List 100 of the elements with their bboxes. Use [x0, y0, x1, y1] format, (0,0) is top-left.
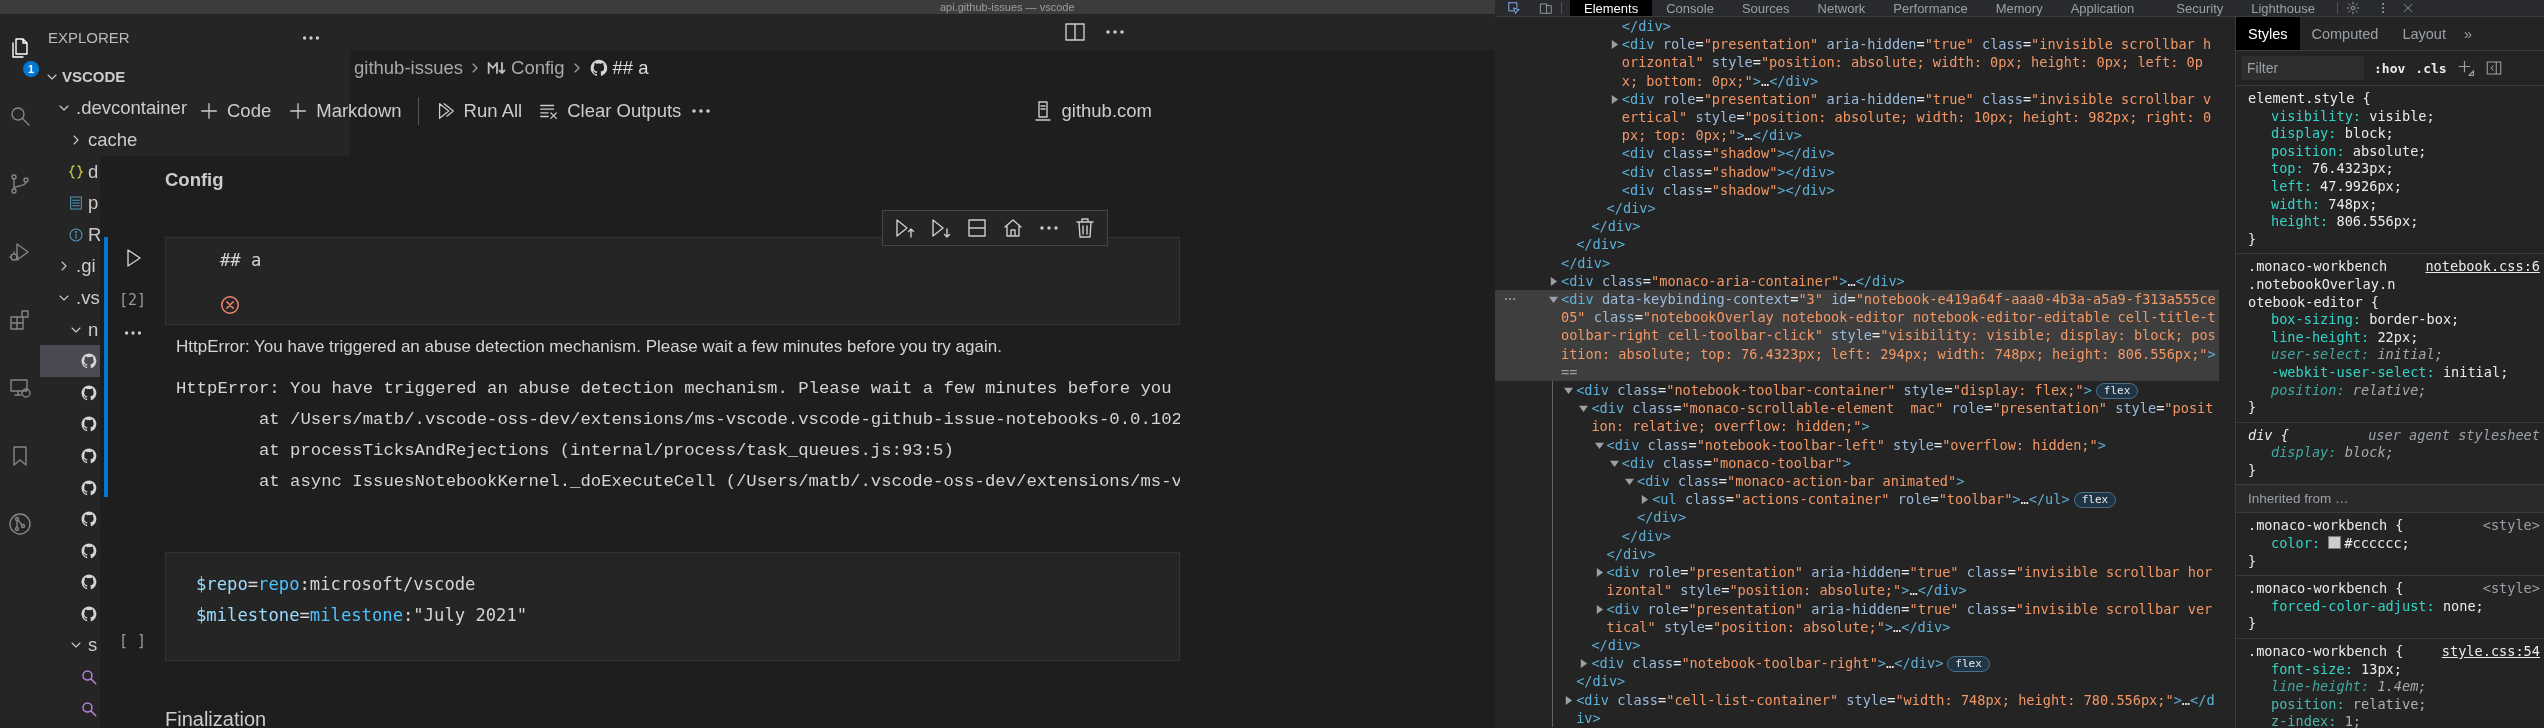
- panel-tab[interactable]: Elements: [1570, 0, 1653, 16]
- file-tree-item[interactable]: cache: [40, 124, 188, 156]
- sidebar-tab[interactable]: Computed: [2299, 17, 2391, 50]
- source-link[interactable]: notebook.css:6: [2425, 258, 2540, 312]
- file-name: cache: [88, 129, 138, 151]
- file-tree-item[interactable]: n: [40, 313, 100, 346]
- css-declaration: display: block;: [2270, 444, 2395, 462]
- dom-tree-row[interactable]: <div class="shadow"></div>: [1495, 162, 2219, 181]
- toolbar-button[interactable]: Code: [190, 93, 280, 128]
- css-declaration: line-height: 1.4em;: [2270, 678, 2428, 696]
- dom-closing-tag: </div>: [1606, 544, 1656, 564]
- kernel-picker[interactable]: github.com: [1022, 93, 1160, 128]
- dom-closing-tag: </div>: [1561, 253, 1611, 272]
- markdown-heading[interactable]: Config: [165, 168, 1180, 192]
- dom-tree-row[interactable]: <div role="presentation" aria-hidden="true" class="invisible scrollbar vertical" style="position: absolute;">…</div>: [1495, 599, 2219, 636]
- dom-tree-row[interactable]: <div role="presentation" aria-hidden="true" class="invisible scrollbar horizontal" style="position: absolute; width: 0px; height: 0px; left: 0px; bottom: 0px;">…</div>: [1495, 35, 2219, 90]
- dom-tree-row[interactable]: <div class="notebook-toolbar-right">…</div> flex: [1495, 654, 2219, 673]
- dom-tree-row[interactable]: <div class="monaco-action-bar animated">: [1495, 472, 2219, 491]
- toolbar-button[interactable]: Clear Outputs: [530, 93, 690, 128]
- dom-closing-tag: </div>: [1637, 508, 1687, 527]
- css-declaration: top: 76.4323px;: [2270, 160, 2395, 178]
- file-tree-item[interactable]: .gi: [40, 250, 100, 283]
- dom-tree-row[interactable]: <div class="shadow"></div>: [1495, 144, 2219, 163]
- file-name: n: [88, 318, 99, 341]
- rule-close-brace: }: [2248, 399, 2258, 417]
- dom-tree-row[interactable]: <div role="presentation" aria-hidden="true" class="invisible scrollbar vertical" style="position: absolute; width: 10px; height: 982px; right: 0px; top: 0px;">…</div>: [1495, 89, 2219, 145]
- dom-tree-row[interactable]: <div class="monaco-aria-container">…</div>: [1495, 271, 2219, 291]
- source-label: <style>: [2482, 580, 2540, 598]
- css-selector: .monaco-workbench {: [2248, 643, 2404, 661]
- more-tabs-chevron[interactable]: »: [2457, 25, 2473, 42]
- error-message: HttpError: You have triggered an abuse detection mechanism. Please wait a few minutes before you try again.: [176, 336, 1003, 358]
- layout-badge[interactable]: flex: [2095, 383, 2139, 400]
- file-tree-item[interactable]: s: [40, 629, 100, 662]
- rule-close-brace: }: [2248, 615, 2258, 634]
- file-name: p: [88, 192, 99, 215]
- dom-tree-row[interactable]: <div class="shadow"></div>: [1495, 180, 2219, 200]
- layout-badge[interactable]: flex: [1947, 656, 1990, 673]
- panel-tab[interactable]: Memory: [1981, 0, 2057, 16]
- panel-tab[interactable]: Sources: [1727, 0, 1804, 16]
- sidebar-tab[interactable]: Layout: [2390, 17, 2458, 50]
- code-cell[interactable]: $repo=repo:microsoft/vscode $milestone=milestone:"July 2021": [165, 552, 1180, 661]
- css-selector: .monaco-workbench {: [2248, 517, 2404, 536]
- css-declaration: forced-color-adjust: none;: [2270, 597, 2485, 616]
- dom-node-text: <div role="presentation" aria-hidden="true" class="invisible scrollbar vertical" style="position: absolute;">…</div>: [1606, 599, 2214, 636]
- dom-closing-tag: </div>: [1591, 635, 1641, 655]
- css-declaration: box-sizing: border-box;: [2270, 311, 2461, 329]
- css-declaration: width: 748px;: [2270, 195, 2379, 214]
- css-selector: div {: [2248, 426, 2289, 445]
- code-line: ## a: [219, 249, 263, 272]
- dom-closing-tag: </div>: [1606, 199, 1656, 218]
- dom-closing-tag: </div>: [1621, 17, 1671, 36]
- panel-tab[interactable]: Security: [2162, 0, 2238, 16]
- dom-node-text: <ul class="actions-container" role="toolbar">…</ul>: [1652, 490, 2070, 509]
- dom-tree-row[interactable]: <div class="monaco-toolbar">: [1495, 453, 2219, 473]
- markdown-heading[interactable]: Finalization: [165, 708, 1180, 728]
- dom-node-text: <div class="monaco-aria-container">…</div>: [1561, 271, 1905, 291]
- sidebar-tab[interactable]: Styles: [2236, 17, 2300, 50]
- breadcrumb-item[interactable]: Config: [511, 57, 565, 79]
- dom-tree-row[interactable]: <div class="notebook-toolbar-container" style="display: flex;"> flex: [1495, 381, 2219, 400]
- dom-node-text: <div role="presentation" aria-hidden="true" class="invisible scrollbar horizontal" style="position: absolute; width: 0px; height: 0px; left: 0px; bottom: 0px;">…</div>: [1621, 35, 2213, 90]
- section-header: Inherited from …: [2236, 485, 2544, 514]
- dom-node-text: <div class="shadow"></div>: [1621, 162, 1835, 181]
- rule-close-brace: }: [2248, 461, 2258, 480]
- file-tree-item[interactable]: .devcontainer: [40, 92, 188, 125]
- dom-tree-row[interactable]: <div role="presentation" aria-hidden="true" class="invisible scrollbar horizontal" style="position: absolute;">…</div>: [1495, 563, 2219, 600]
- toggle-button[interactable]: .cls: [2415, 60, 2447, 76]
- panel-tab[interactable]: Performance: [1879, 0, 1982, 16]
- breadcrumb-item[interactable]: github-issues: [354, 57, 463, 79]
- dom-node-text: <div role="presentation" aria-hidden="true" class="invisible scrollbar horizontal" style="position: absolute;">…</div>: [1606, 563, 2214, 600]
- rule-close-brace: }: [2248, 552, 2258, 571]
- dom-tree-row[interactable]: <div class="notebook-toolbar-left" style="overflow: hidden;">: [1495, 435, 2219, 454]
- filter-field[interactable]: Filter: [2242, 56, 2364, 80]
- stack-trace-line: at processTicksAndRejections (internal/process/task_queues.js:93:5): [257, 440, 955, 462]
- toolbar-button[interactable]: Markdown: [279, 93, 410, 128]
- dom-closing-tag: </div>: [1591, 217, 1641, 236]
- breadcrumb-item[interactable]: ## a: [612, 57, 649, 79]
- code-cell[interactable]: ## a: [165, 237, 1180, 325]
- dom-closing-tag: </div>: [1576, 235, 1626, 254]
- source-label: user agent stylesheet: [2368, 426, 2540, 445]
- panel-tab[interactable]: Application: [2056, 0, 2149, 16]
- file-tree-item[interactable]: d: [40, 155, 100, 188]
- workspace-folder-header[interactable]: VSCODE: [40, 61, 188, 93]
- file-name: .vs: [76, 286, 100, 309]
- file-tree-item[interactable]: R: [40, 218, 100, 251]
- panel-tab[interactable]: Network: [1803, 0, 1880, 16]
- css-property-value: #cccccc;: [2344, 535, 2410, 552]
- source-link[interactable]: style.css:54: [2441, 643, 2540, 661]
- file-name: .devcontainer: [76, 97, 188, 120]
- dom-node-text: <div data-keybinding-context="3" id="notebook-e419a64f-aaa0-4b3a-a5a9-f313a555ce05" class="notebookOverlay notebook-editor notebook-editor-editable cell-title-toolbar-right cell-toolbar-click" style="visibility: visible; display: block; position: absolute; top: 76.4323px; left: 294px; width: 748px; height: 806.556px;"> ==: [1561, 290, 2217, 382]
- toolbar-button[interactable]: Run All: [426, 93, 531, 128]
- dom-tree-row[interactable]: <ul class="actions-container" role="toolbar">…</ul> flex: [1495, 490, 2219, 509]
- panel-tab[interactable]: Lighthouse: [2237, 0, 2329, 16]
- panel-tab[interactable]: Console: [1652, 0, 1728, 16]
- file-tree-item[interactable]: p: [40, 187, 100, 219]
- layout-badge[interactable]: flex: [2073, 492, 2117, 509]
- stack-trace-line: HttpError: You have triggered an abuse detection mechanism. Please wait a few minutes before you: [176, 378, 1173, 400]
- toggle-button[interactable]: :hov: [2374, 60, 2406, 76]
- file-tree-item[interactable]: .vs: [40, 282, 100, 314]
- code-line: $repo=repo:microsoft/vscode: [195, 573, 477, 596]
- dom-node-text: <div class="notebook-toolbar-right">…</div>: [1591, 654, 1944, 673]
